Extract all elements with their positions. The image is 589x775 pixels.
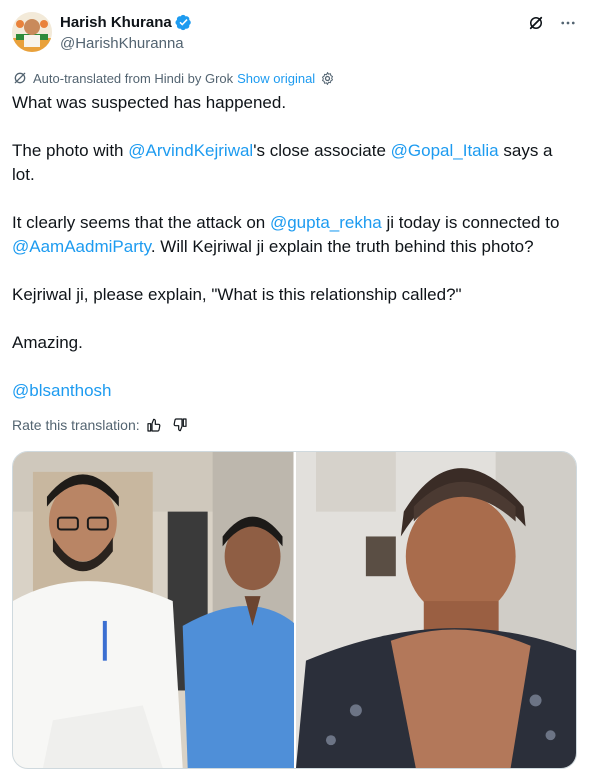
rate-translation-label: Rate this translation: [12,417,140,433]
body-paragraph-3: It clearly seems that the attack on @gup… [12,211,577,259]
mention-gopal-italia[interactable]: @Gopal_Italia [391,141,499,160]
author-handle[interactable]: @HarishKhuranna [60,35,184,52]
settings-icon[interactable] [320,71,335,86]
body-text: ji today is connected to [381,213,560,232]
mention-aamaadmiparty[interactable]: @AamAadmiParty [12,237,151,256]
mention-arvindkejriwal[interactable]: @ArvindKejriwal [128,141,253,160]
thumbs-down-icon[interactable] [172,417,188,433]
photo-two-men-standing [13,452,294,768]
media-photo-1[interactable] [13,452,294,768]
body-paragraph-6: @blsanthosh [12,379,577,403]
body-paragraph-5: Amazing. [12,333,83,352]
author-display-name[interactable]: Harish Khurana [60,14,172,31]
body-text: It clearly seems that the attack on [12,213,270,232]
avatar[interactable] [12,12,52,52]
translation-notice: Auto-translated from Hindi by Grok Show … [12,70,335,86]
body-paragraph-4: Kejriwal ji, please explain, "What is th… [12,285,462,304]
rate-translation: Rate this translation: [12,417,188,433]
media-grid [12,451,577,769]
body-paragraph-1: What was suspected has happened. [12,93,287,112]
body-text: 's close associate [253,141,391,160]
translation-notice-text: Auto-translated from Hindi by Grok [33,70,234,86]
top-actions [527,14,577,32]
more-icon[interactable] [559,14,577,32]
author-name-row: Harish Khurana [60,14,192,31]
mention-blsanthosh[interactable]: @blsanthosh [12,381,112,400]
thumbs-up-icon[interactable] [146,417,162,433]
body-paragraph-2: The photo with @ArvindKejriwal's close a… [12,139,577,187]
translate-icon [14,72,26,84]
tweet-body: What was suspected has happened. The pho… [12,91,577,403]
avatar-image [12,12,52,52]
body-text: . Will Kejriwal ji explain the truth beh… [150,237,534,256]
media-photo-2[interactable] [295,452,576,768]
photo-man-closeup [295,452,576,768]
tweet-header: Harish Khurana @HarishKhuranna [12,10,577,58]
mention-gupta-rekha[interactable]: @gupta_rekha [270,213,382,232]
show-original-link[interactable]: Show original [237,71,315,86]
verified-badge-icon[interactable] [175,14,192,31]
body-text: The photo with [12,141,129,160]
grok-icon[interactable] [527,14,545,32]
